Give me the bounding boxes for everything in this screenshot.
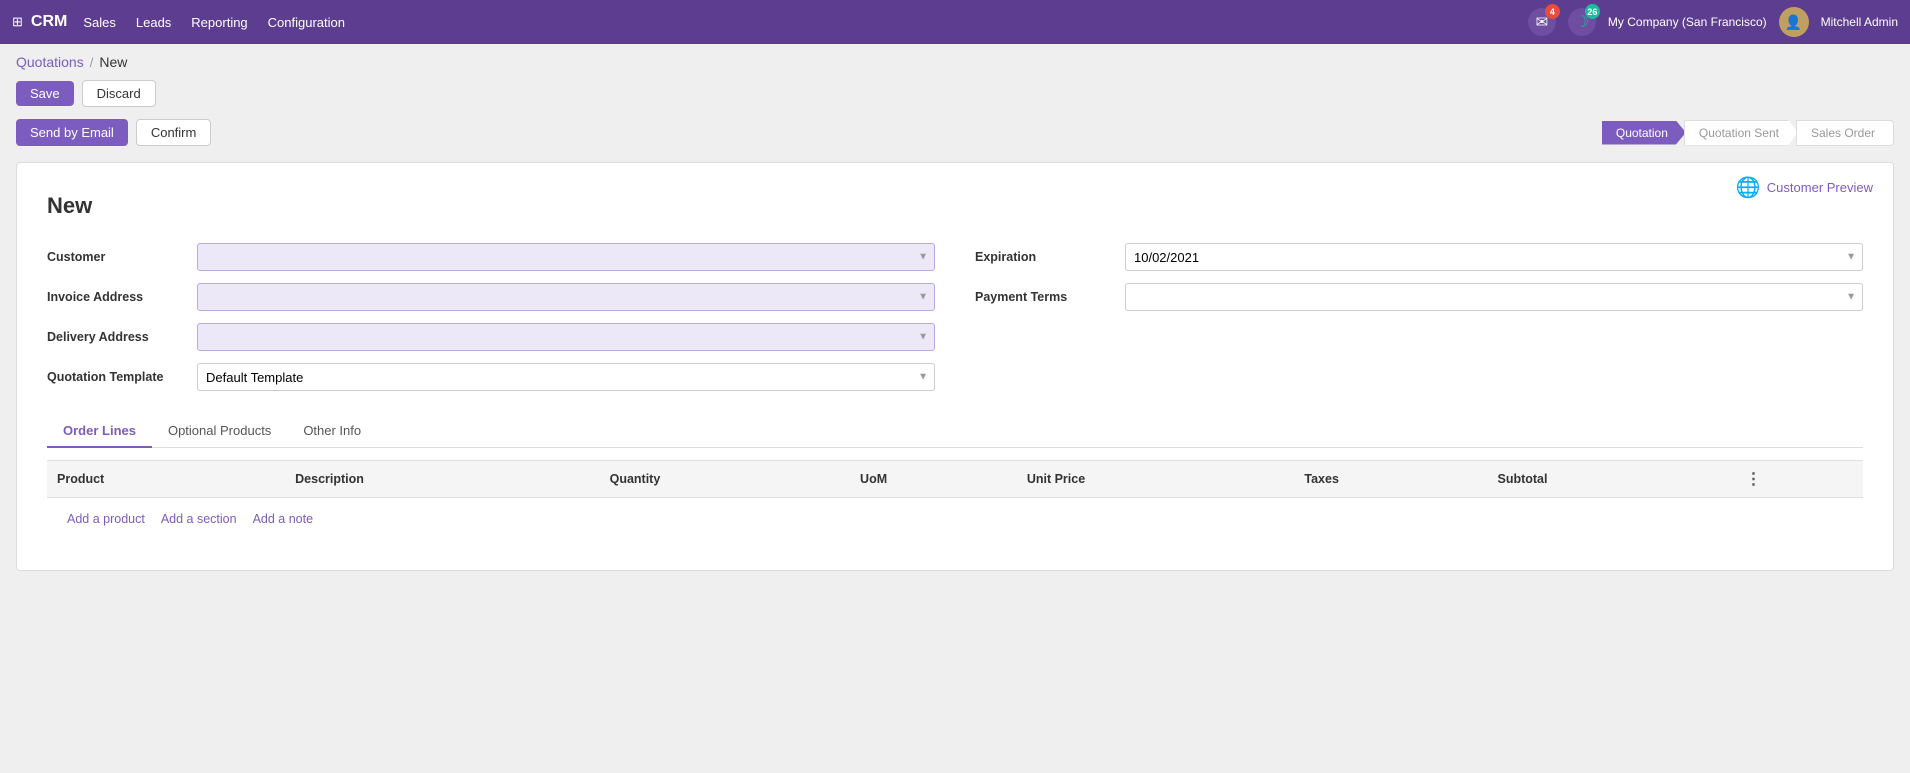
nav-sales[interactable]: Sales: [83, 11, 116, 34]
breadcrumb: Quotations / New: [0, 44, 1910, 74]
col-unit-price: Unit Price: [1017, 461, 1295, 498]
quotation-template-label: Quotation Template: [47, 370, 187, 384]
app-name: CRM: [31, 13, 67, 31]
quotation-template-field-group: Quotation Template Default Template ▼: [47, 363, 935, 391]
col-quantity: Quantity: [600, 461, 850, 498]
tab-other-info[interactable]: Other Info: [287, 415, 377, 448]
activity-badge-count: 26: [1585, 4, 1600, 19]
invoice-address-input[interactable]: ▼: [197, 283, 935, 311]
breadcrumb-parent[interactable]: Quotations: [16, 54, 84, 70]
messages-icon[interactable]: ✉ 4: [1528, 8, 1556, 36]
message-badge-count: 4: [1545, 4, 1560, 19]
expiration-input[interactable]: ▼: [1125, 243, 1863, 271]
pipeline-step-order[interactable]: Sales Order: [1798, 120, 1894, 146]
delivery-address-label: Delivery Address: [47, 330, 187, 344]
expiration-field-group: Expiration ▼: [975, 243, 1863, 271]
discard-button[interactable]: Discard: [82, 80, 156, 107]
send-email-button[interactable]: Send by Email: [16, 119, 128, 146]
nav-leads[interactable]: Leads: [136, 11, 171, 34]
table-add-actions: Add a product Add a section Add a note: [47, 498, 1863, 541]
pipeline-step-quotation[interactable]: Quotation: [1602, 121, 1686, 145]
payment-terms-label: Payment Terms: [975, 290, 1115, 304]
delivery-address-select[interactable]: [206, 330, 926, 345]
status-bar: Send by Email Confirm Quotation Quotatio…: [0, 113, 1910, 152]
pipeline-status: Quotation Quotation Sent Sales Order: [1602, 120, 1894, 146]
topbar-right: ✉ 4 ☽ 26 My Company (San Francisco) 👤 Mi…: [1528, 7, 1898, 37]
tabs: Order Lines Optional Products Other Info: [47, 415, 1863, 448]
expiration-date-field[interactable]: [1134, 250, 1854, 265]
customer-preview-label: Customer Preview: [1767, 180, 1873, 195]
confirm-button[interactable]: Confirm: [136, 119, 212, 146]
payment-terms-select[interactable]: [1134, 290, 1854, 305]
nav-configuration[interactable]: Configuration: [268, 11, 345, 34]
col-uom: UoM: [850, 461, 1017, 498]
add-section-link[interactable]: Add a section: [161, 512, 237, 526]
activities-icon[interactable]: ☽ 26: [1568, 8, 1596, 36]
breadcrumb-current: New: [99, 54, 127, 70]
tab-optional-products[interactable]: Optional Products: [152, 415, 287, 448]
save-button[interactable]: Save: [16, 81, 74, 106]
customer-label: Customer: [47, 250, 187, 264]
invoice-address-label: Invoice Address: [47, 290, 187, 304]
customer-preview-button[interactable]: 🌐 Customer Preview: [1736, 175, 1873, 200]
action-bar: Save Discard: [0, 74, 1910, 113]
pipeline-sent-label[interactable]: Quotation Sent: [1684, 120, 1798, 146]
page-wrapper: Quotations / New Save Discard Send by Em…: [0, 44, 1910, 773]
nav-reporting[interactable]: Reporting: [191, 11, 247, 34]
col-menu: ⋮: [1735, 461, 1863, 498]
delivery-address-field-group: Delivery Address ▼: [47, 323, 935, 351]
top-navigation: ⊞ CRM Sales Leads Reporting Configuratio…: [0, 0, 1910, 44]
user-name[interactable]: Mitchell Admin: [1821, 15, 1898, 29]
invoice-address-select[interactable]: [206, 290, 926, 305]
company-name[interactable]: My Company (San Francisco): [1608, 15, 1767, 29]
col-product: Product: [47, 461, 285, 498]
order-lines-table: Product Description Quantity UoM Unit Pr…: [47, 460, 1863, 540]
col-subtotal: Subtotal: [1487, 461, 1735, 498]
nav-links: Sales Leads Reporting Configuration: [83, 11, 1512, 34]
form-card: 🌐 Customer Preview New Customer ▼: [16, 162, 1894, 571]
table-header-row: Product Description Quantity UoM Unit Pr…: [47, 461, 1863, 498]
app-grid-icon[interactable]: ⊞ CRM: [12, 13, 67, 31]
globe-icon: 🌐: [1736, 175, 1761, 200]
grid-icon: ⊞: [12, 14, 23, 30]
customer-select[interactable]: [206, 250, 926, 265]
table-actions-row: Add a product Add a section Add a note: [47, 498, 1863, 541]
payment-terms-field-group: Payment Terms ▼: [975, 283, 1863, 311]
invoice-address-field-group: Invoice Address ▼: [47, 283, 935, 311]
quotation-template-input[interactable]: Default Template ▼: [197, 363, 935, 391]
add-product-link[interactable]: Add a product: [67, 512, 145, 526]
column-menu-icon[interactable]: ⋮: [1745, 471, 1761, 488]
delivery-address-input[interactable]: ▼: [197, 323, 935, 351]
payment-terms-input[interactable]: ▼: [1125, 283, 1863, 311]
customer-input[interactable]: ▼: [197, 243, 935, 271]
form-title: New: [47, 193, 1863, 219]
quotation-template-select[interactable]: Default Template: [206, 370, 926, 385]
breadcrumb-separator: /: [90, 55, 94, 70]
status-left-buttons: Send by Email Confirm: [16, 119, 211, 146]
main-content: 🌐 Customer Preview New Customer ▼: [0, 152, 1910, 581]
pipeline-step-sent[interactable]: Quotation Sent: [1686, 120, 1798, 146]
add-note-link[interactable]: Add a note: [253, 512, 313, 526]
avatar[interactable]: 👤: [1779, 7, 1809, 37]
customer-field-group: Customer ▼: [47, 243, 935, 271]
col-description: Description: [285, 461, 599, 498]
expiration-label: Expiration: [975, 250, 1115, 264]
col-taxes: Taxes: [1294, 461, 1487, 498]
pipeline-order-label[interactable]: Sales Order: [1796, 120, 1894, 146]
tab-order-lines[interactable]: Order Lines: [47, 415, 152, 448]
pipeline-quotation-label[interactable]: Quotation: [1602, 121, 1686, 145]
form-fields: Customer ▼ Invoice Address ▼: [47, 243, 1863, 391]
